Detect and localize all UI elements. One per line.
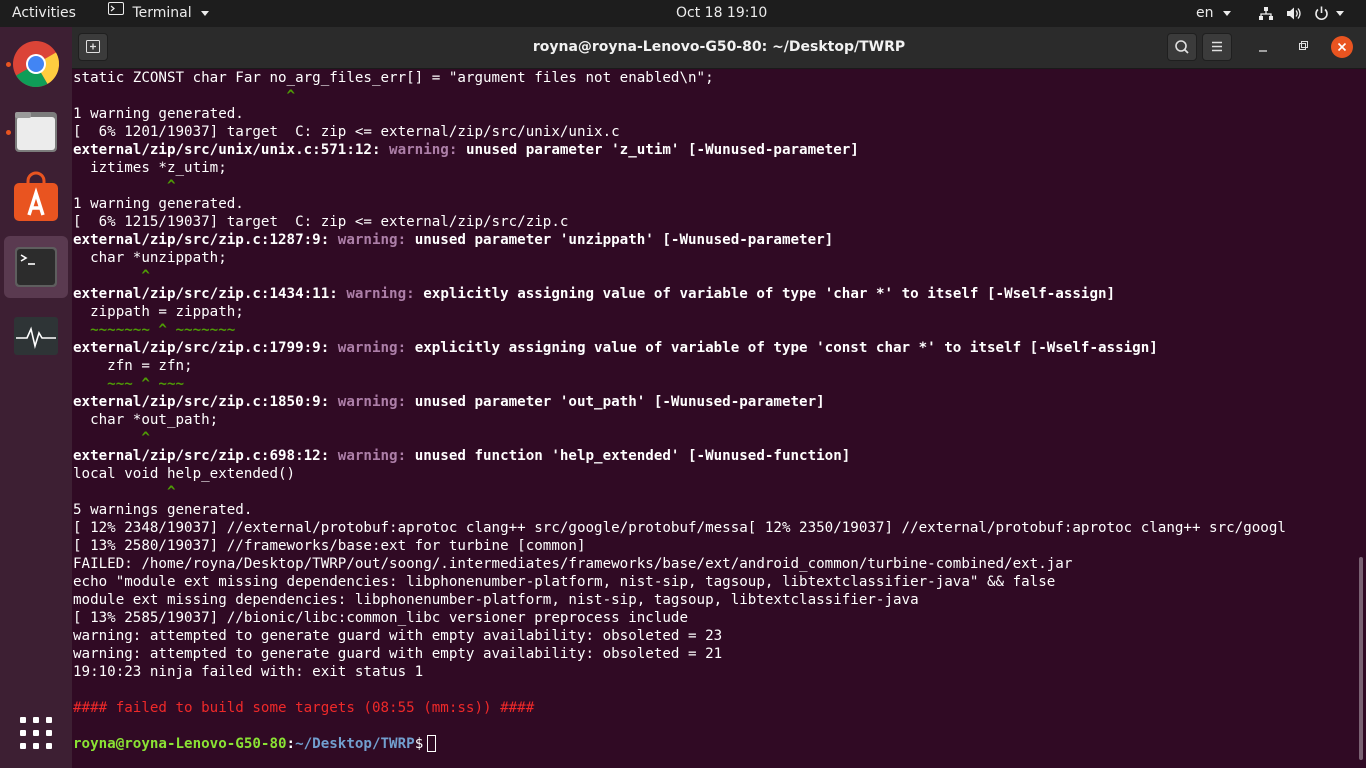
- warning-location: external/zip/src/unix/unix.c:571:12:: [73, 142, 381, 158]
- warning-location: external/zip/src/zip.c:1850:9:: [73, 394, 330, 410]
- terminal-line: external/zip/src/unix/unix.c:571:12: war…: [73, 141, 1353, 159]
- volume-icon[interactable]: [1286, 0, 1302, 27]
- terminal-line: static ZCONST char Far no_arg_files_err[…: [73, 70, 714, 86]
- terminal-line: [ 6% 1215/19037] target C: zip <= extern…: [73, 214, 569, 230]
- files-icon[interactable]: [4, 101, 68, 163]
- terminal-line: [ 13% 2580/19037] //frameworks/base:ext …: [73, 538, 586, 554]
- language-menu[interactable]: en: [1196, 0, 1231, 27]
- chevron-down-icon: [201, 10, 210, 16]
- terminal-line: FAILED: /home/royna/Desktop/TWRP/out/soo…: [73, 556, 1073, 572]
- prompt-user-host: royna@royna-Lenovo-G50-80: [73, 736, 287, 752]
- warning-location: external/zip/src/zip.c:1434:11:: [73, 286, 338, 302]
- app-menu-label: Terminal: [132, 5, 192, 21]
- prompt-symbol: $: [414, 736, 424, 752]
- warning-location: external/zip/src/zip.c:698:12:: [73, 448, 330, 464]
- dock: [0, 27, 72, 768]
- terminal-line: 5 warnings generated.: [73, 502, 253, 518]
- terminal-line: external/zip/src/zip.c:1287:9: warning: …: [73, 231, 1353, 249]
- terminal-line: ^: [73, 484, 176, 500]
- terminal-line: external/zip/src/zip.c:698:12: warning: …: [73, 447, 1353, 465]
- warning-message: explicitly assigning value of variable o…: [423, 286, 1116, 302]
- warning-location: external/zip/src/zip.c:1287:9:: [73, 232, 330, 248]
- warning-message: unused parameter 'z_utim' [-Wunused-para…: [465, 142, 859, 158]
- terminal-small-icon: [108, 0, 124, 25]
- terminal-line: external/zip/src/zip.c:1799:9: warning: …: [73, 339, 1353, 357]
- terminal-line: [ 12% 2348/19037] //external/protobuf:ap…: [73, 520, 1286, 536]
- warning-label: warning:: [337, 394, 407, 410]
- terminal-line: 1 warning generated.: [73, 106, 244, 122]
- terminal-line: warning: attempted to generate guard wit…: [73, 628, 723, 644]
- terminal-line: module ext missing dependencies: libphon…: [73, 592, 919, 608]
- terminal-line: ^: [73, 268, 150, 284]
- warning-message: unused parameter 'out_path' [-Wunused-pa…: [414, 394, 825, 410]
- maximize-button[interactable]: [1292, 37, 1314, 57]
- warning-label: warning:: [337, 232, 407, 248]
- clock[interactable]: Oct 18 19:10: [676, 0, 767, 27]
- terminal-line: char *out_path;: [73, 412, 219, 428]
- warning-message: unused function 'help_extended' [-Wunuse…: [414, 448, 851, 464]
- network-icon[interactable]: [1258, 0, 1274, 27]
- terminal-line: zfn = zfn;: [73, 358, 193, 374]
- warning-label: warning:: [337, 448, 407, 464]
- terminal-line: ^: [73, 178, 176, 194]
- terminal-line: external/zip/src/zip.c:1850:9: warning: …: [73, 393, 1353, 411]
- scrollbar[interactable]: [1359, 557, 1363, 760]
- close-button[interactable]: [1331, 36, 1353, 58]
- terminal-line: external/zip/src/zip.c:1434:11: warning:…: [73, 285, 1353, 303]
- terminal-output[interactable]: static ZCONST char Far no_arg_files_err[…: [72, 69, 1353, 768]
- terminal-line: ~~~ ^ ~~~: [73, 376, 185, 392]
- terminal-icon[interactable]: [4, 236, 68, 298]
- window-headerbar[interactable]: royna@royna-Lenovo-G50-80: ~/Desktop/TWR…: [72, 27, 1366, 69]
- terminal-line: ~~~~~~~ ^ ~~~~~~~: [73, 322, 236, 338]
- system-menu-chevron-icon[interactable]: [1336, 0, 1344, 27]
- language-label: en: [1196, 5, 1214, 21]
- minimize-button[interactable]: [1252, 37, 1274, 57]
- chevron-down-icon: [1222, 10, 1231, 16]
- terminal-line: ^: [73, 430, 150, 446]
- prompt-path: ~/Desktop/TWRP: [295, 736, 415, 752]
- software-store-icon[interactable]: [4, 169, 68, 231]
- hamburger-menu-button[interactable]: [1202, 33, 1232, 61]
- warning-message: unused parameter 'unzippath' [-Wunused-p…: [414, 232, 834, 248]
- build-failed-line: #### failed to build some targets (08:55…: [73, 700, 535, 716]
- show-applications-icon[interactable]: [18, 715, 54, 751]
- warning-label: warning:: [337, 340, 407, 356]
- warning-label: warning:: [346, 286, 415, 302]
- warning-location: external/zip/src/zip.c:1799:9:: [73, 340, 330, 356]
- warning-message: explicitly assigning value of variable o…: [414, 340, 1158, 356]
- terminal-window: royna@royna-Lenovo-G50-80: ~/Desktop/TWR…: [72, 27, 1366, 768]
- terminal-line: echo "module ext missing dependencies: l…: [73, 574, 1056, 590]
- shell-prompt[interactable]: royna@royna-Lenovo-G50-80:~/Desktop/TWRP…: [73, 735, 1353, 753]
- text-cursor: [427, 735, 437, 752]
- terminal-line: warning: attempted to generate guard wit…: [73, 646, 723, 662]
- google-chrome-icon[interactable]: [4, 33, 68, 95]
- terminal-line: 1 warning generated.: [73, 196, 244, 212]
- terminal-line: [ 6% 1201/19037] target C: zip <= extern…: [73, 124, 620, 140]
- power-icon[interactable]: [1314, 0, 1329, 27]
- terminal-line: 19:10:23 ninja failed with: exit status …: [73, 664, 424, 680]
- terminal-line: iztimes *z_utim;: [73, 160, 227, 176]
- terminal-line: ^: [73, 88, 296, 104]
- search-button[interactable]: [1167, 33, 1197, 61]
- app-menu[interactable]: Terminal: [108, 0, 210, 27]
- terminal-line: char *unzippath;: [73, 250, 227, 266]
- prompt-colon: :: [286, 736, 296, 752]
- activities-button[interactable]: Activities: [12, 0, 76, 27]
- terminal-line: local void help_extended(): [73, 466, 296, 482]
- system-monitor-icon[interactable]: [4, 305, 68, 367]
- close-icon: [1337, 42, 1347, 52]
- warning-label: warning:: [389, 142, 458, 158]
- terminal-line: [ 13% 2585/19037] //bionic/libc:common_l…: [73, 610, 688, 626]
- terminal-line: zippath = zippath;: [73, 304, 244, 320]
- top-bar: Activities Terminal Oct 18 19:10 en: [0, 0, 1366, 27]
